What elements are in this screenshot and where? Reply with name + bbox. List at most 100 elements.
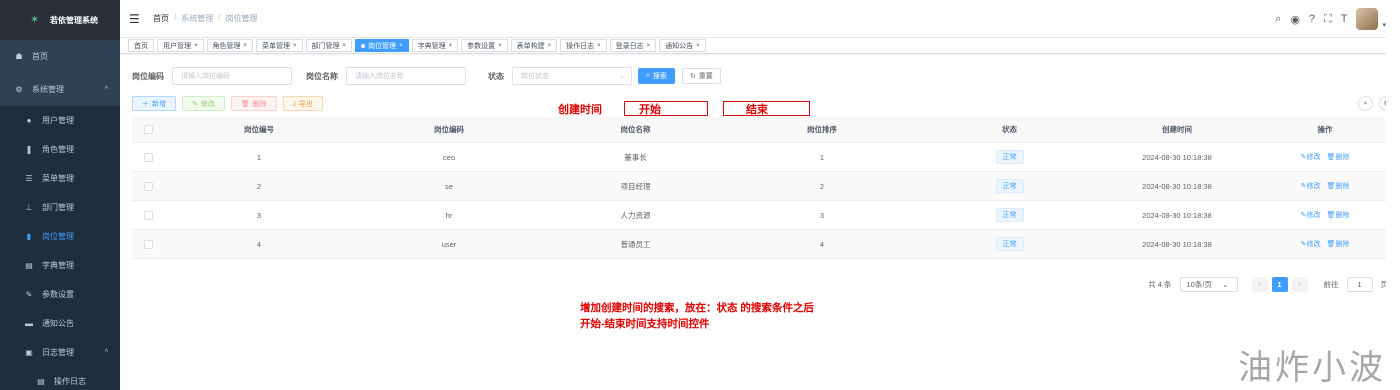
sidebar-item[interactable]: ⚙ 系统管理 ^ (0, 73, 120, 106)
post-name-input[interactable]: 请输入岗位名称 (346, 67, 466, 85)
status-select[interactable]: 岗位状态 ⌄ (512, 67, 632, 85)
tab-tag[interactable]: 部门管理 × (305, 39, 353, 52)
sidebar-item-label: 操作日志 (54, 377, 86, 386)
close-icon[interactable]: × (696, 43, 700, 49)
tab-tag[interactable]: 参数设置 × (461, 39, 508, 52)
status-label: 状态 (488, 71, 504, 81)
font-size-icon[interactable]: T (1341, 13, 1348, 25)
close-icon[interactable]: × (498, 43, 502, 49)
post-name-placeholder: 请输入岗位名称 (355, 73, 404, 80)
table-row[interactable]: 4 user 普通员工 4 正常 2024-08-30 10:18:38 ✎修改 🗑删除 (132, 230, 1398, 259)
tab-tag-label: 用户管理 (163, 42, 191, 50)
sidebar-item[interactable]: ☗ 首页 (0, 40, 120, 73)
actions-cell: ✎修改 🗑删除 (1252, 181, 1398, 191)
fullscreen-icon[interactable]: ⛶ (1324, 13, 1332, 26)
sidebar-item[interactable]: ● 用户管理 (0, 106, 120, 135)
row-checkbox[interactable] (143, 152, 153, 162)
row-edit-button[interactable]: ✎修改 (1301, 152, 1321, 162)
tab-tag[interactable]: 用户管理 × (157, 39, 204, 52)
sidebar-item[interactable]: ☰ 菜单管理 (0, 164, 120, 193)
table-row[interactable]: 1 ceo 董事长 1 正常 2024-08-30 10:18:38 ✎修改 🗑删除 (132, 143, 1398, 172)
table-header: 岗位编号 岗位编码 岗位名称 岗位排序 状态 创建时间 操作 (132, 117, 1398, 143)
close-icon[interactable]: × (647, 43, 651, 49)
row-delete-button[interactable]: 🗑删除 (1326, 210, 1349, 220)
add-button[interactable]: ＋新增 (132, 96, 176, 111)
goto-page-input[interactable]: 1 (1346, 277, 1373, 292)
row-checkbox[interactable] (143, 181, 153, 191)
sidebar-item[interactable]: ▤ 操作日志 (0, 367, 120, 390)
sidebar-item[interactable]: ▤ 字典管理 (0, 251, 120, 280)
row-delete-button[interactable]: 🗑删除 (1326, 239, 1349, 249)
github-icon[interactable]: ◉ (1290, 13, 1300, 26)
toggle-search-button[interactable]: ⌕ (1358, 96, 1373, 111)
search-icon[interactable]: ⌕ (1275, 13, 1281, 26)
row-delete-label: 删除 (1335, 183, 1350, 190)
tab-tag[interactable]: 岗位管理 × (355, 39, 409, 52)
breadcrumb-home[interactable]: 首页 (153, 13, 169, 24)
app-title: 若依管理系统 (50, 15, 98, 25)
row-checkbox[interactable] (143, 210, 153, 220)
post-id-cell: 2 (256, 181, 262, 191)
tab-tag[interactable]: 菜单管理 × (256, 39, 303, 52)
tab-tag[interactable]: 通知公告 × (659, 39, 706, 52)
trash-icon: 🗑 (240, 100, 250, 108)
close-icon[interactable]: × (194, 43, 198, 49)
tab-tag[interactable]: 字典管理 × (411, 39, 459, 52)
search-button-label: 搜索 (652, 73, 667, 80)
close-icon[interactable]: × (343, 43, 347, 49)
tab-tag[interactable]: 角色管理 × (206, 39, 254, 52)
prev-page-button[interactable]: ‹ (1251, 277, 1268, 292)
download-icon: ⤓ (292, 99, 296, 107)
tab-tag[interactable]: 表单构建 × (510, 39, 558, 52)
page-scrollbar[interactable] (1386, 0, 1400, 390)
select-all-checkbox[interactable] (143, 125, 153, 134)
search-button[interactable]: ⌕ 搜索 (638, 68, 675, 84)
status-cell: 正常 (917, 179, 1102, 193)
row-delete-button[interactable]: 🗑删除 (1326, 181, 1349, 191)
sidebar-item[interactable]: ▬ 通知公告 (0, 309, 120, 338)
sidebar-item[interactable]: ▮ 岗位管理 (0, 222, 120, 251)
next-page-button[interactable]: › (1291, 277, 1308, 292)
row-checkbox[interactable] (143, 239, 153, 249)
table-row[interactable]: 2 se 项目经理 2 正常 2024-08-30 10:18:38 ✎修改 🗑删除 (132, 172, 1398, 201)
close-icon[interactable]: × (244, 43, 248, 49)
row-edit-button[interactable]: ✎修改 (1301, 239, 1321, 249)
row-edit-button[interactable]: ✎修改 (1301, 210, 1321, 220)
column-header: 操作 (1317, 125, 1333, 134)
close-icon[interactable]: × (548, 43, 552, 49)
add-label: 新增 (152, 100, 166, 108)
row-delete-button[interactable]: 🗑删除 (1326, 152, 1349, 162)
export-button[interactable]: ⤓ 导出 (282, 96, 323, 111)
sidebar-item[interactable]: ✎ 参数设置 (0, 280, 120, 309)
close-icon[interactable]: × (597, 43, 601, 49)
actions-cell: ✎修改 🗑删除 (1252, 210, 1398, 220)
question-icon[interactable]: ? (1309, 13, 1315, 25)
tab-tag[interactable]: 首页 (128, 39, 154, 52)
row-edit-button[interactable]: ✎修改 (1301, 181, 1321, 191)
tab-tag[interactable]: 操作日志 × (560, 39, 607, 52)
page-size-value: 10条/页 (1186, 280, 1212, 289)
page-size-select[interactable]: 10条/页 ⌄ (1179, 277, 1238, 292)
reset-button[interactable]: ↻ 重置 (681, 68, 721, 84)
hamburger-icon[interactable]: ☰ (129, 12, 145, 26)
edit-button[interactable]: ✎ 修改 (182, 96, 225, 111)
avatar[interactable] (1356, 8, 1379, 30)
logo[interactable]: ✶ 若依管理系统 (0, 0, 120, 40)
tab-tag[interactable]: 登录日志 × (609, 39, 657, 52)
post-id-cell: 1 (256, 152, 262, 162)
page-number-current[interactable]: 1 (1271, 277, 1288, 292)
navbar-actions: ⌕ ◉ ? ⛶ T ▾ (1275, 8, 1386, 30)
sidebar-item-label: 日志管理 (42, 348, 74, 357)
sidebar-item[interactable]: ⊥ 部门管理 (0, 193, 120, 222)
annotation-end-box: 结束 (723, 101, 810, 116)
close-icon[interactable]: × (293, 43, 297, 49)
table-row[interactable]: 3 hr 人力资源 3 正常 2024-08-30 10:18:38 ✎修改 🗑删除 (132, 201, 1398, 230)
post-code-input[interactable]: 请输入岗位编码 (172, 67, 292, 85)
close-icon[interactable]: × (399, 43, 403, 49)
form-icon: ▤ (37, 377, 45, 386)
chevron-left-icon: ‹ (1258, 280, 1261, 289)
sidebar-item[interactable]: ❚ 角色管理 (0, 135, 120, 164)
close-icon[interactable]: × (449, 43, 453, 49)
sidebar-item[interactable]: ▣ 日志管理 ^ (0, 338, 120, 367)
delete-button[interactable]: 🗑 删除 (230, 96, 277, 111)
